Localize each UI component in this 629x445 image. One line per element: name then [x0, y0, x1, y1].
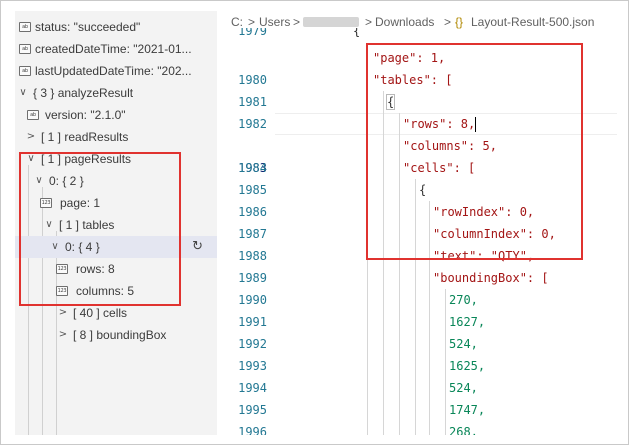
redacted-username — [303, 17, 359, 27]
tree-item-label: [ 1 ] readResults — [41, 130, 129, 144]
string-icon: ab — [19, 44, 31, 54]
string-icon: ab — [19, 66, 31, 76]
code-line-1979: 1979 { — [217, 28, 617, 40]
code-line-1992: 1992 1627, — [217, 311, 617, 351]
tree-item-label: [ 8 ] boundingBox — [73, 328, 167, 342]
code-line-1993: 1993 524, — [217, 333, 617, 373]
chevron-right-icon[interactable]: > — [57, 324, 69, 346]
tree-item-read-results[interactable]: > [ 1 ] readResults — [15, 126, 217, 148]
string-icon: ab — [19, 22, 31, 32]
indent-guide — [445, 289, 446, 435]
tree-item-label: version: "2.1.0" — [45, 108, 126, 122]
annotation-box-json — [366, 43, 583, 260]
json-text: 1625, — [449, 359, 486, 373]
tree-item-analyze-result[interactable]: ∨ { 3 } analyzeResult — [15, 82, 217, 104]
tree-item-label: { 3 } analyzeResult — [33, 86, 134, 100]
refresh-icon[interactable]: ↻ — [192, 236, 203, 258]
tree-item-label: lastUpdatedDateTime: "202... — [35, 64, 192, 78]
code-line-1994: 1994 1625, — [217, 355, 617, 395]
chevron-right-icon[interactable]: > — [25, 126, 37, 148]
json-text: 268, — [449, 425, 478, 435]
json-text: 524, — [449, 381, 478, 395]
tree-item-last-updated-datetime[interactable]: ab lastUpdatedDateTime: "202... — [15, 60, 217, 82]
json-text: 1627, — [449, 315, 486, 329]
tree-item-bounding-box[interactable]: > [ 8 ] boundingBox — [15, 324, 217, 346]
code-line-1990: 1990 "boundingBox": [ — [217, 267, 617, 307]
json-text: 270, — [449, 293, 478, 307]
code-line-1991: 1991 270, — [217, 289, 617, 329]
tree-item-created-datetime[interactable]: ab createdDateTime: "2021-01... — [15, 38, 217, 60]
code-line-1995: 1995 524, — [217, 377, 617, 417]
chevron-down-icon[interactable]: ∨ — [17, 82, 29, 104]
json-text: 524, — [449, 337, 478, 351]
code-line-1997: 1997 268, — [217, 421, 617, 435]
tree-item-label: status: "succeeded" — [35, 20, 141, 34]
screenshot-frame: ab status: "succeeded" ab createdDateTim… — [0, 0, 629, 445]
tree-item-label: createdDateTime: "2021-01... — [35, 42, 192, 56]
line-number: 1979 — [238, 28, 267, 38]
string-icon: ab — [27, 110, 39, 120]
json-text: "boundingBox": [ — [433, 271, 549, 285]
annotation-box-tree — [19, 152, 181, 306]
json-punct: { — [353, 28, 361, 38]
tree-item-version[interactable]: ab version: "2.1.0" — [15, 104, 217, 126]
tree-item-status[interactable]: ab status: "succeeded" — [15, 16, 217, 38]
json-text: 1747, — [449, 403, 486, 417]
code-line-1996: 1996 1747, — [217, 399, 617, 435]
